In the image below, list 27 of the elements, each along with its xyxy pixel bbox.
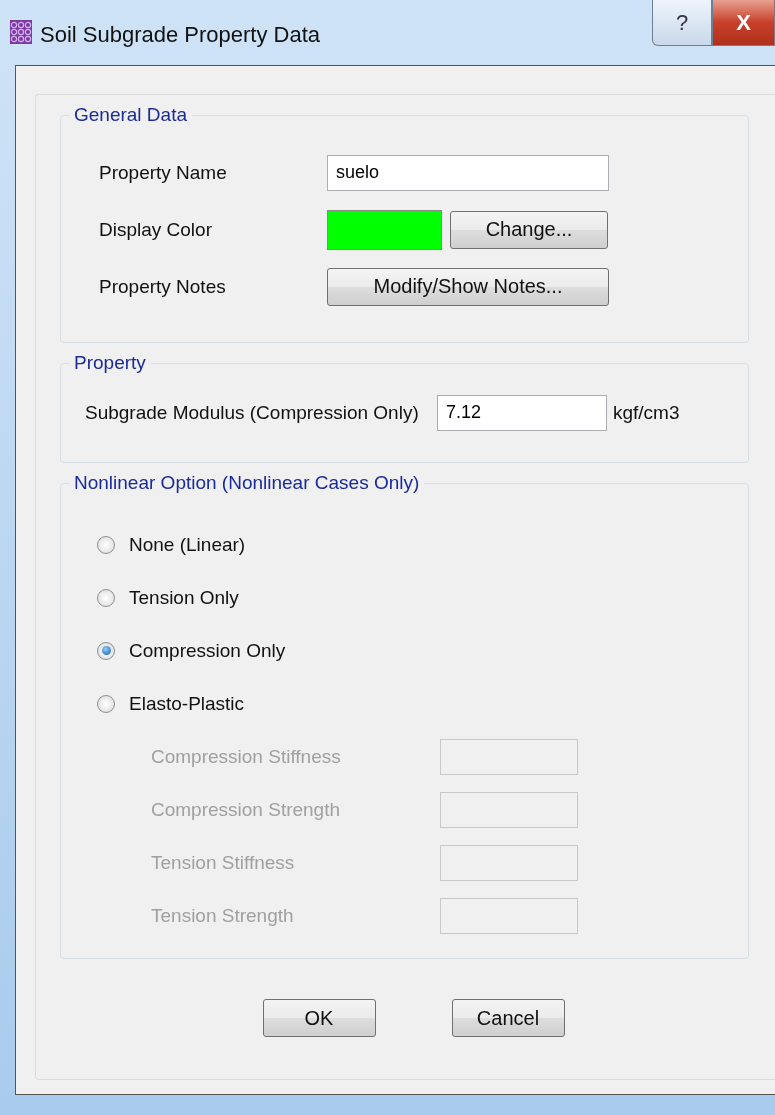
field-label: Compression Stiffness [151,745,342,768]
window-title: Soil Subgrade Property Data [40,22,321,48]
radio-button[interactable] [97,641,115,660]
property-name-field[interactable]: suelo [327,154,609,191]
subgrade-modulus-field[interactable]: 7.12 [437,394,607,431]
ok-button[interactable]: OK [262,999,376,1037]
field-label: Compression Strength [151,798,342,821]
field-label: Display Color [99,218,213,241]
app-icon [10,20,32,44]
cancel-button[interactable]: Cancel [451,999,565,1037]
field-label: Property Name [99,161,228,184]
field-label: Subgrade Modulus (Compression Only) [85,401,420,424]
field-label: Property Notes [99,275,227,298]
help-button[interactable]: ? [652,0,712,46]
radio-button[interactable] [97,694,115,713]
unit-label: kgf/cm3 [613,401,680,424]
field-label: Tension Stiffness [151,851,296,874]
radio-label: Elasto-Plastic [129,692,245,715]
change-button[interactable]: Change... [450,210,608,249]
radio-label: None (Linear) [129,533,246,556]
radio-button[interactable] [97,588,115,607]
close-button[interactable]: X [712,0,775,46]
radio-button[interactable] [97,535,115,554]
radio-label: Tension Only [129,586,239,609]
field-label: Tension Strength [151,904,295,927]
radio-label: Compression Only [129,639,286,662]
notes-button[interactable]: Modify/Show Notes... [327,267,609,306]
